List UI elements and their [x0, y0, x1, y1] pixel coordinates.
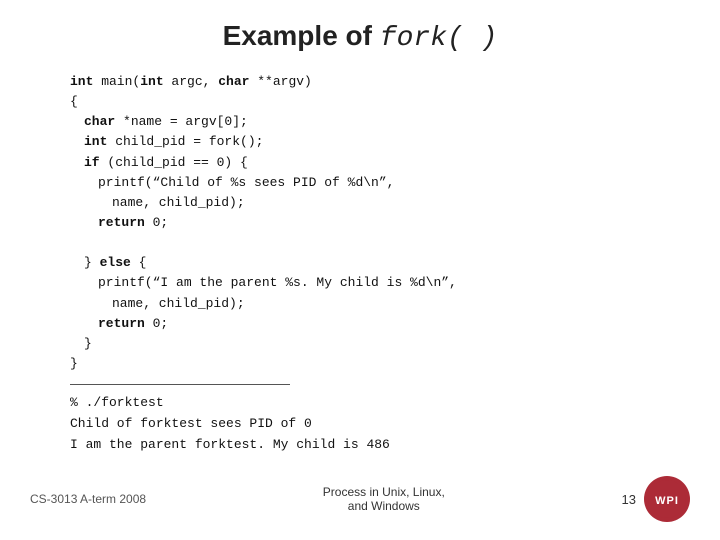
output-line-3: I am the parent forktest. My child is 48… [70, 435, 680, 456]
wpi-logo-svg: WPI [647, 479, 687, 519]
title-code: fork( ) [380, 23, 498, 54]
footer-course: CS-3013 A-term 2008 [30, 492, 146, 506]
code-line-13: } [84, 334, 680, 354]
slide-title: Example of fork( ) [40, 20, 680, 54]
footer-topic: Process in Unix, Linux, and Windows [323, 485, 445, 513]
wpi-logo: WPI [644, 476, 690, 522]
code-line-6: printf(“Child of %s sees PID of %d\n”, [98, 173, 680, 193]
svg-text:WPI: WPI [655, 495, 679, 507]
output-line-2: Child of forktest sees PID of 0 [70, 414, 680, 435]
code-line-8: return 0; [98, 213, 680, 233]
footer-center-line2: and Windows [323, 499, 445, 513]
output-line-1: % ./forktest [70, 393, 680, 414]
code-line-12: return 0; [98, 314, 680, 334]
output-block: % ./forktest Child of forktest sees PID … [70, 393, 680, 455]
title-text: Example of [223, 20, 380, 51]
code-block: int main(int argc, char **argv) { char *… [70, 72, 680, 374]
code-line-7: name, child_pid); [112, 193, 680, 213]
code-line-4: int child_pid = fork(); [84, 132, 680, 152]
code-line-11: name, child_pid); [112, 294, 680, 314]
section-divider [70, 384, 290, 385]
footer-center-line1: Process in Unix, Linux, [323, 485, 445, 499]
code-line-14: } [70, 354, 680, 374]
code-line-9: } else { [84, 253, 680, 273]
footer-right: 13 WPI [622, 476, 690, 522]
code-line-5: if (child_pid == 0) { [84, 153, 680, 173]
slide-container: Example of fork( ) int main(int argc, ch… [0, 0, 720, 540]
footer: CS-3013 A-term 2008 Process in Unix, Lin… [0, 476, 720, 522]
code-line-10: printf(“I am the parent %s. My child is … [98, 273, 680, 293]
code-line-2: { [70, 92, 680, 112]
code-line-3: char *name = argv[0]; [84, 112, 680, 132]
page-number: 13 [622, 492, 636, 507]
code-line-1: int main(int argc, char **argv) [70, 72, 680, 92]
